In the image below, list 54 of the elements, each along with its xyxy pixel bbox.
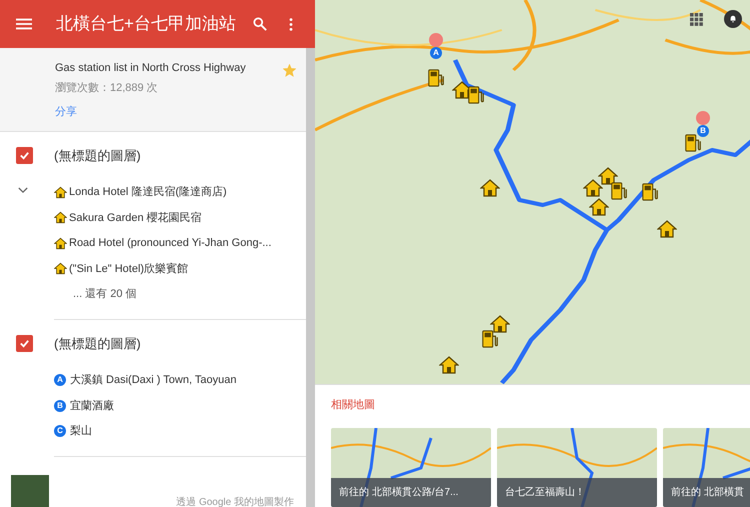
letter-marker: A <box>54 374 66 386</box>
house-icon <box>583 178 603 198</box>
feature-item[interactable]: A 大溪鎮 Dasi(Daxi ) Town, Taoyuan <box>54 368 306 393</box>
related-map-card[interactable]: 前往的 北部橫貫公路/台7... <box>331 428 491 506</box>
letter-marker: B <box>54 400 66 412</box>
google-credit: 透過 Google 我的地圖製作 <box>176 496 294 507</box>
layer-title: (無標題的圖層) <box>54 146 141 165</box>
scrollbar[interactable] <box>306 48 315 507</box>
house-icon <box>54 236 67 250</box>
layer-checkbox[interactable] <box>16 147 33 164</box>
more-items-link[interactable]: ... 還有 20 個 <box>54 282 306 306</box>
bell-icon <box>729 15 737 23</box>
house-icon <box>589 197 609 217</box>
checkmark-icon <box>19 338 30 349</box>
card-caption: 前往的 北部橫貫公路/台7... <box>331 478 491 506</box>
gas-pump-icon <box>641 181 659 203</box>
gas-pump-icon <box>467 84 485 106</box>
gas-pump-icon <box>481 328 499 350</box>
checkmark-icon <box>19 150 30 161</box>
card-caption: 台七乙至福壽山！ <box>497 478 657 506</box>
house-icon <box>54 186 67 199</box>
layer-checkbox[interactable] <box>16 335 33 352</box>
feature-item[interactable]: ("Sin Le" Hotel)欣樂賓館 <box>54 256 306 282</box>
gas-pump-icon <box>610 180 628 202</box>
chevron-down-icon[interactable] <box>18 186 28 194</box>
house-icon <box>480 178 500 198</box>
card-caption: 前往的 北部橫貫 <box>663 478 750 506</box>
apps-grid-icon[interactable] <box>690 13 703 26</box>
star-icon[interactable] <box>283 64 296 77</box>
feature-item[interactable]: Road Hotel (pronounced Yi-Jhan Gong-... <box>54 230 306 256</box>
house-icon <box>657 219 677 239</box>
gas-pump-icon <box>684 132 702 154</box>
related-maps-title: 相關地圖 <box>331 398 376 413</box>
feature-item[interactable]: C 梨山 <box>54 418 306 444</box>
map-thumbnail[interactable] <box>11 475 49 507</box>
house-icon <box>54 211 67 224</box>
feature-item[interactable]: Sakura Garden 櫻花園民宿 <box>54 205 306 230</box>
more-options-icon[interactable] <box>289 18 293 30</box>
view-count: 瀏覽次數：12,889 次 <box>55 80 158 96</box>
layer-title: (無標題的圖層) <box>54 334 141 353</box>
related-map-card[interactable]: 台七乙至福壽山！ <box>497 428 657 506</box>
house-icon <box>439 355 459 375</box>
search-icon[interactable] <box>253 17 267 31</box>
house-icon <box>54 262 67 276</box>
menu-icon[interactable] <box>16 18 32 30</box>
feature-item[interactable]: B 宜蘭酒廠 <box>54 393 306 418</box>
house-icon <box>598 166 618 186</box>
house-icon <box>490 314 510 334</box>
map-description: Gas station list in North Cross Highway <box>55 61 246 76</box>
letter-marker: C <box>54 425 66 438</box>
map-title: 北橫台七+台七甲加油站 <box>56 13 236 36</box>
feature-item[interactable]: Londa Hotel 隆達民宿(隆達商店) <box>54 180 306 205</box>
related-map-card[interactable]: 前往的 北部橫貫 <box>663 428 750 506</box>
gas-pump-icon <box>427 67 445 89</box>
